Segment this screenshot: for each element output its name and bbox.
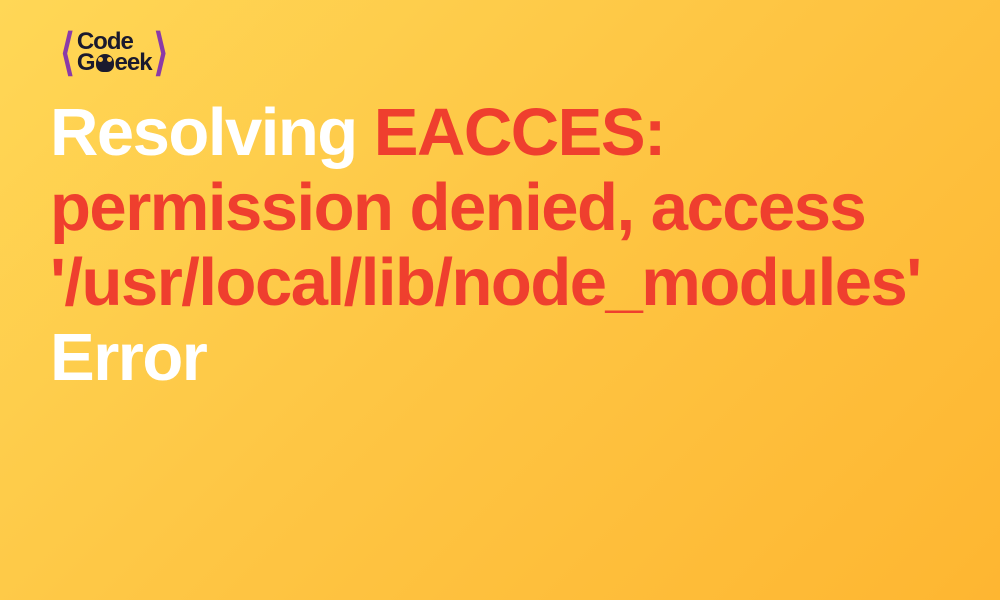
- page-title: Resolving EACCES: permission denied, acc…: [50, 95, 950, 395]
- title-resolving: Resolving: [50, 95, 374, 170]
- logo: ⟨ Code Geek ⟩: [60, 30, 950, 75]
- logo-line2: Geek: [77, 53, 152, 73]
- logo-bracket-left-icon: ⟨: [60, 23, 75, 82]
- logo-g: G: [77, 53, 95, 73]
- banner-container: ⟨ Code Geek ⟩ Resolving EACCES: permissi…: [0, 0, 1000, 425]
- title-error-word: Error: [50, 320, 206, 395]
- logo-bracket-right-icon: ⟩: [154, 23, 169, 82]
- logo-eek: eek: [115, 53, 152, 73]
- logo-text: Code Geek: [77, 32, 152, 73]
- owl-icon: [96, 54, 114, 72]
